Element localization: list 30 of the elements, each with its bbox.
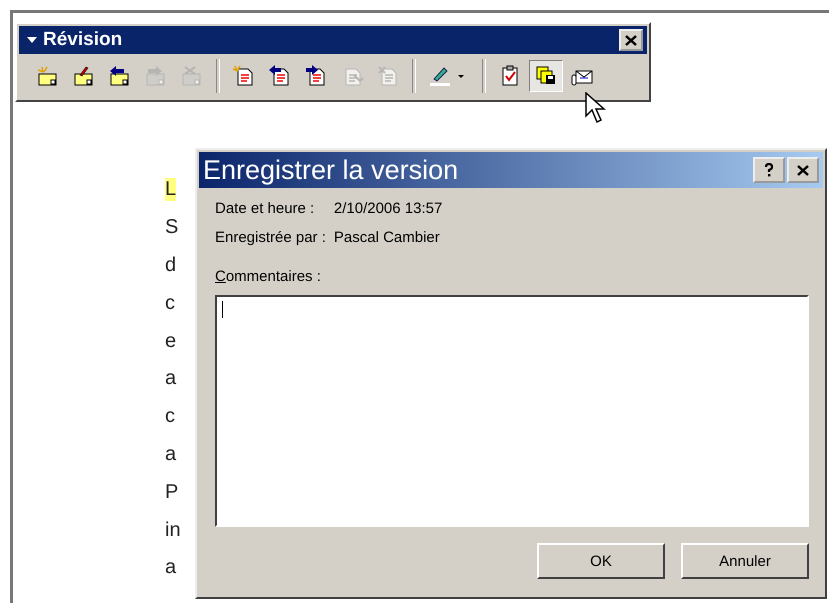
document-text: e — [165, 330, 176, 353]
document-text: d — [165, 254, 176, 277]
question-mark-icon — [764, 163, 774, 177]
toolbar-button[interactable] — [529, 60, 563, 92]
field-value: Pascal Cambier — [334, 229, 441, 246]
document-text: a — [165, 556, 176, 580]
document-text: c — [165, 405, 175, 428]
dropdown-triangle-icon[interactable] — [27, 37, 37, 43]
comments-label: Commentaires : — [215, 268, 322, 285]
toolbar-title: Révision — [43, 29, 124, 51]
field-label: Enregistrée par : — [215, 229, 326, 246]
document-text: P — [165, 480, 178, 504]
close-icon — [797, 164, 809, 176]
dialog-title: Enregistrer la version — [203, 154, 458, 186]
help-button[interactable] — [753, 157, 785, 183]
document-text: a — [165, 442, 176, 466]
close-icon — [625, 34, 637, 46]
comments-field[interactable] — [215, 295, 809, 527]
document-text: a — [165, 367, 176, 390]
field-label: Date et heure : — [215, 200, 316, 217]
field-value: 2/10/2006 13:57 — [334, 200, 442, 217]
close-button[interactable] — [619, 29, 643, 51]
document-text: c — [165, 292, 175, 315]
document-text: S — [165, 216, 178, 240]
stacked-pages-icon — [534, 65, 558, 87]
document-text: in — [165, 518, 181, 542]
document-text: L — [165, 178, 176, 202]
dialog-button[interactable]: OK — [537, 543, 665, 579]
dialog-button[interactable]: Annuler — [681, 543, 809, 579]
close-button[interactable] — [787, 157, 819, 183]
